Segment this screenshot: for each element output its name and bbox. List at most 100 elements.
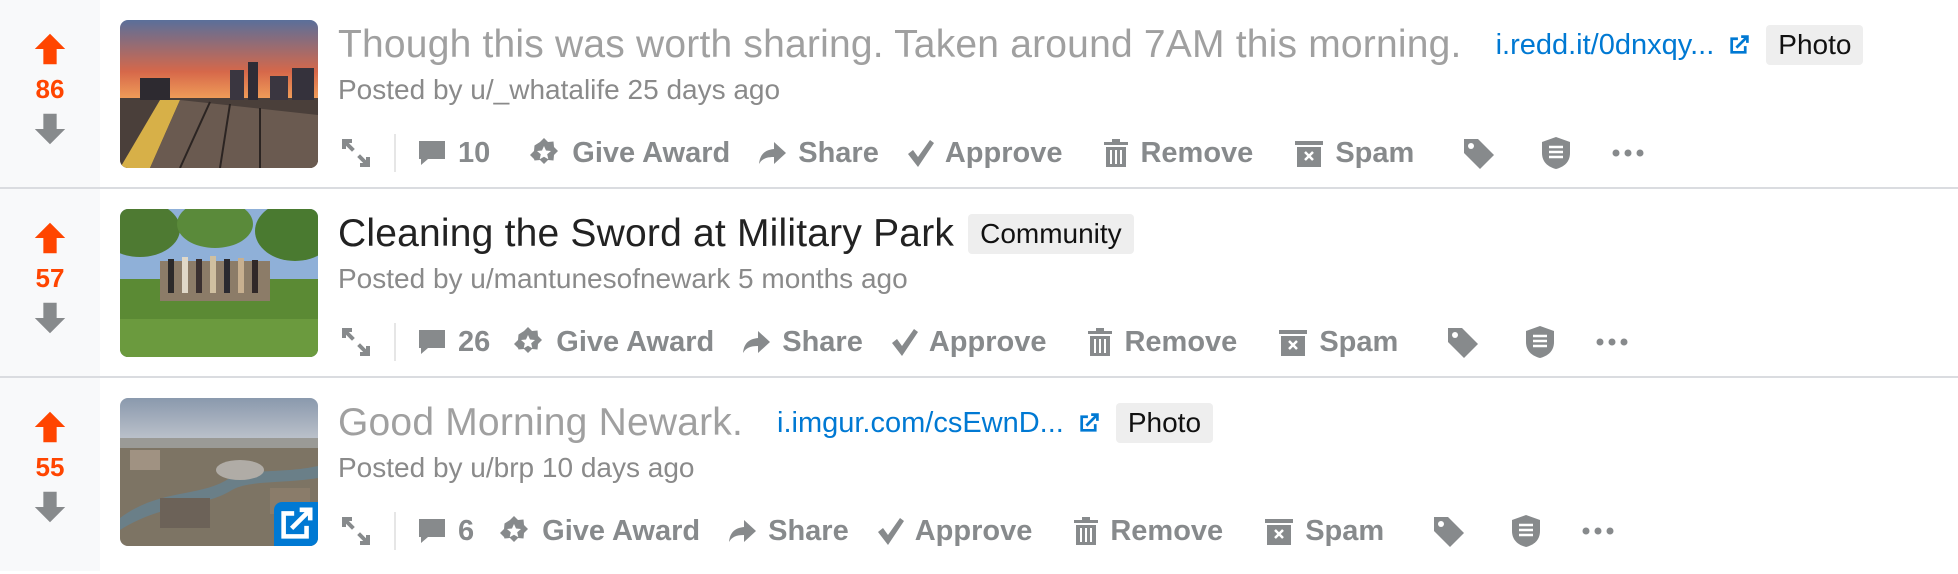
downvote-icon[interactable] bbox=[31, 110, 69, 148]
comment-icon bbox=[419, 141, 445, 165]
spam-button[interactable]: Spam bbox=[1263, 515, 1384, 548]
post-row[interactable]: 86 Though this was worth sharing. Taken … bbox=[0, 0, 1958, 189]
spam-label: Spam bbox=[1305, 514, 1385, 547]
expand-icon bbox=[342, 139, 370, 167]
shield-button[interactable] bbox=[1540, 135, 1572, 171]
spam-button[interactable]: Spam bbox=[1293, 137, 1414, 170]
spam-icon bbox=[1279, 330, 1308, 356]
tag-button[interactable] bbox=[1444, 324, 1480, 360]
post-thumbnail[interactable] bbox=[120, 398, 318, 546]
remove-label: Remove bbox=[1110, 514, 1224, 547]
give-award-label: Give Award bbox=[542, 514, 701, 547]
approve-button[interactable]: Approve bbox=[905, 137, 1062, 170]
remove-label: Remove bbox=[1124, 325, 1238, 358]
upvote-icon[interactable] bbox=[31, 219, 69, 257]
post-body: Cleaning the Sword at Military Park Comm… bbox=[338, 189, 1958, 376]
share-icon bbox=[743, 331, 771, 353]
remove-button[interactable]: Remove bbox=[1086, 326, 1237, 359]
shield-icon bbox=[1512, 515, 1541, 547]
score: 57 bbox=[35, 263, 65, 293]
score: 86 bbox=[35, 74, 65, 104]
more-button[interactable] bbox=[1582, 526, 1614, 536]
shield-icon bbox=[1542, 137, 1571, 169]
approve-label: Approve bbox=[914, 514, 1033, 547]
give-award-button[interactable]: Give Award bbox=[496, 513, 700, 549]
post-thumbnail[interactable] bbox=[120, 209, 318, 357]
post-flair[interactable]: Photo bbox=[1115, 403, 1214, 443]
action-bar: 26 Give Award Share Approve Remove Spam bbox=[338, 319, 1958, 365]
spam-icon bbox=[1265, 519, 1294, 545]
share-button[interactable]: Share bbox=[740, 326, 863, 359]
title-row: Cleaning the Sword at Military Park Comm… bbox=[338, 209, 1958, 259]
expand-button[interactable] bbox=[338, 324, 374, 360]
share-label: Share bbox=[798, 136, 879, 169]
comments-button[interactable]: 26 bbox=[416, 326, 490, 359]
score: 55 bbox=[35, 452, 65, 482]
tag-button[interactable] bbox=[1430, 513, 1466, 549]
tag-icon bbox=[1448, 328, 1479, 358]
expand-button[interactable] bbox=[338, 135, 374, 171]
share-icon bbox=[759, 142, 787, 164]
remove-button[interactable]: Remove bbox=[1102, 137, 1253, 170]
spam-button[interactable]: Spam bbox=[1277, 326, 1398, 359]
comment-count: 26 bbox=[458, 325, 491, 358]
check-icon bbox=[877, 518, 904, 545]
post-meta: Posted by u/brp 10 days ago bbox=[338, 452, 695, 483]
more-icon bbox=[1596, 338, 1628, 346]
downvote-icon[interactable] bbox=[31, 299, 69, 337]
share-icon bbox=[729, 520, 757, 542]
title-row: Good Morning Newark. i.imgur.com/csEwnD.… bbox=[338, 398, 1958, 448]
domain-text: i.imgur.com/csEwnD... bbox=[777, 406, 1064, 439]
more-button[interactable] bbox=[1596, 337, 1628, 347]
upvote-icon[interactable] bbox=[31, 30, 69, 68]
remove-label: Remove bbox=[1140, 136, 1254, 169]
external-link-icon bbox=[1080, 413, 1099, 432]
post-row[interactable]: 57 Cleaning the Sword at Military Park C… bbox=[0, 189, 1958, 378]
expand-button[interactable] bbox=[338, 513, 374, 549]
shield-button[interactable] bbox=[1510, 513, 1542, 549]
approve-button[interactable]: Approve bbox=[889, 326, 1046, 359]
remove-button[interactable]: Remove bbox=[1072, 515, 1223, 548]
comments-button[interactable]: 6 bbox=[416, 515, 474, 548]
approve-button[interactable]: Approve bbox=[875, 514, 1033, 548]
action-bar: 6 Give Award Share Approve Remove Spam bbox=[338, 508, 1958, 554]
downvote-icon[interactable] bbox=[31, 488, 69, 526]
external-link-icon bbox=[1730, 35, 1750, 54]
post-domain-link[interactable]: i.imgur.com/csEwnD... bbox=[777, 407, 1102, 440]
give-award-button[interactable]: Give Award bbox=[510, 324, 714, 360]
vote-column: 55 bbox=[0, 378, 100, 571]
post-flair[interactable]: Photo bbox=[1766, 25, 1864, 65]
external-link-badge[interactable] bbox=[274, 502, 318, 546]
post-meta: Posted by u/_whatalife 25 days ago bbox=[338, 74, 781, 105]
shield-button[interactable] bbox=[1524, 324, 1556, 360]
check-icon bbox=[907, 140, 934, 167]
post-row[interactable]: 55 Good Morning Newark. i.imgur.com/csEw… bbox=[0, 378, 1958, 571]
award-icon bbox=[530, 138, 559, 164]
shield-icon bbox=[1526, 326, 1555, 358]
trash-icon bbox=[1104, 139, 1129, 167]
give-award-label: Give Award bbox=[572, 136, 731, 169]
share-button[interactable]: Share bbox=[756, 137, 879, 170]
post-title[interactable]: Cleaning the Sword at Military Park bbox=[338, 212, 954, 256]
upvote-icon[interactable] bbox=[31, 408, 69, 446]
external-link-icon bbox=[281, 507, 313, 539]
share-button[interactable]: Share bbox=[726, 515, 849, 548]
comment-icon bbox=[419, 330, 445, 354]
post-title[interactable]: Good Morning Newark. bbox=[338, 401, 743, 445]
post-flair[interactable]: Community bbox=[968, 214, 1134, 254]
divider bbox=[394, 323, 396, 361]
trash-icon bbox=[1088, 328, 1113, 356]
spam-icon bbox=[1295, 141, 1324, 167]
spam-label: Spam bbox=[1335, 136, 1415, 169]
post-domain-link[interactable]: i.redd.it/0dnxqy... bbox=[1496, 29, 1753, 62]
more-icon bbox=[1612, 149, 1644, 157]
title-row: Though this was worth sharing. Taken aro… bbox=[338, 20, 1958, 70]
post-thumbnail[interactable] bbox=[120, 20, 318, 168]
trash-icon bbox=[1074, 517, 1099, 545]
comments-button[interactable]: 10 bbox=[416, 137, 490, 170]
give-award-button[interactable]: Give Award bbox=[526, 135, 730, 171]
tag-icon bbox=[1434, 517, 1465, 547]
tag-button[interactable] bbox=[1460, 135, 1496, 171]
more-button[interactable] bbox=[1612, 148, 1644, 158]
post-title[interactable]: Though this was worth sharing. Taken aro… bbox=[338, 23, 1462, 67]
